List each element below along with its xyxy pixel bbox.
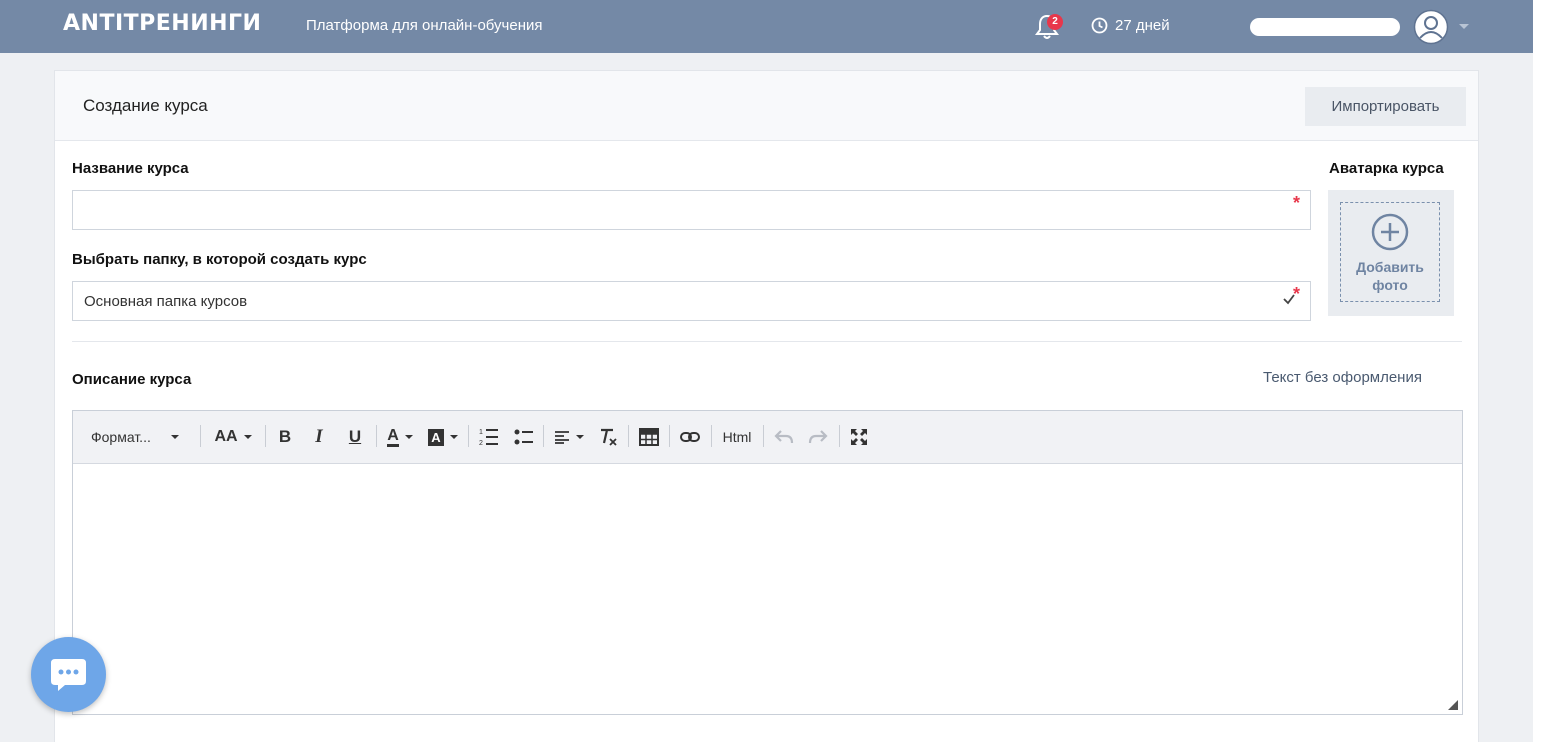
course-name-label: Название курса bbox=[72, 160, 189, 177]
resize-handle[interactable] bbox=[1448, 700, 1458, 710]
font-size-icon: AA bbox=[214, 428, 238, 445]
add-photo-label: Добавить фото bbox=[1341, 258, 1439, 294]
table-icon[interactable] bbox=[638, 425, 660, 449]
font-size-dropdown[interactable]: AA bbox=[208, 425, 258, 449]
divider bbox=[72, 341, 1462, 342]
plus-circle-icon bbox=[1371, 213, 1409, 251]
text-color-button[interactable]: A bbox=[383, 425, 417, 449]
top-bar: ANTITРЕНИНГИ Платформа для онлайн-обучен… bbox=[0, 0, 1533, 53]
underline-button[interactable]: U bbox=[343, 425, 367, 449]
ordered-list-icon[interactable]: 1 2 bbox=[478, 425, 500, 449]
notification-badge: 2 bbox=[1047, 14, 1063, 30]
chevron-down-icon bbox=[576, 435, 584, 439]
toolbar-separator bbox=[468, 425, 469, 447]
days-left-text: 27 дней bbox=[1115, 17, 1170, 34]
chat-button[interactable] bbox=[31, 637, 106, 712]
bold-button[interactable]: B bbox=[273, 425, 297, 449]
clear-format-icon[interactable] bbox=[597, 425, 619, 449]
folder-value: Основная папка курсов bbox=[84, 293, 248, 310]
editor-content-area[interactable] bbox=[73, 464, 1462, 714]
add-photo-dropzone[interactable]: Добавить фото bbox=[1340, 202, 1440, 302]
page-title: Создание курса bbox=[83, 96, 208, 115]
editor-toolbar: Формат... AA B I U A A 1 2 Html bbox=[73, 411, 1462, 464]
link-icon[interactable] bbox=[679, 425, 701, 449]
avatar[interactable] bbox=[1413, 9, 1449, 45]
toolbar-separator bbox=[543, 425, 544, 447]
toolbar-separator bbox=[200, 425, 201, 447]
tagline: Платформа для онлайн-обучения bbox=[306, 17, 543, 34]
html-button[interactable]: Html bbox=[719, 425, 755, 449]
description-editor: Формат... AA B I U A A 1 2 Html bbox=[72, 410, 1463, 715]
add-photo-button[interactable]: Добавить фото bbox=[1328, 190, 1454, 316]
chevron-down-icon[interactable] bbox=[1459, 24, 1469, 29]
plain-text-link[interactable]: Текст без оформления bbox=[1263, 369, 1422, 386]
folder-select[interactable]: Основная папка курсов * bbox=[72, 281, 1311, 321]
toolbar-separator bbox=[628, 425, 629, 447]
bullet-list-icon[interactable] bbox=[513, 425, 535, 449]
background-color-icon: A bbox=[428, 428, 444, 446]
chevron-down-icon bbox=[243, 435, 252, 439]
toolbar-separator bbox=[711, 425, 712, 447]
card-header: Создание курса Импортировать bbox=[55, 71, 1478, 141]
add-photo-line1: Добавить bbox=[1356, 259, 1424, 275]
trial-days: 27 дней bbox=[1091, 17, 1170, 34]
course-name-field[interactable]: * bbox=[72, 190, 1311, 230]
toolbar-separator bbox=[376, 425, 377, 447]
fullscreen-icon[interactable] bbox=[848, 425, 870, 449]
folder-label: Выбрать папку, в которой создать курс bbox=[72, 251, 367, 268]
toolbar-separator bbox=[763, 425, 764, 447]
align-left-icon bbox=[555, 431, 569, 444]
chat-icon bbox=[51, 659, 86, 691]
format-dropdown[interactable]: Формат... bbox=[91, 425, 193, 449]
text-color-icon: A bbox=[387, 427, 399, 447]
logo[interactable]: ANTITРЕНИНГИ bbox=[63, 11, 261, 36]
toolbar-separator bbox=[839, 425, 840, 447]
toolbar-separator bbox=[265, 425, 266, 447]
user-name-redacted[interactable] bbox=[1250, 18, 1400, 36]
required-mark: * bbox=[1292, 193, 1300, 213]
course-create-card: Создание курса Импортировать Название ку… bbox=[54, 70, 1479, 742]
add-photo-line2: фото bbox=[1372, 277, 1408, 293]
svg-text:2: 2 bbox=[479, 440, 483, 447]
redo-icon[interactable] bbox=[807, 425, 829, 449]
chevron-down-icon bbox=[449, 435, 458, 439]
description-label: Описание курса bbox=[72, 371, 192, 388]
svg-text:1: 1 bbox=[479, 429, 483, 436]
undo-icon[interactable] bbox=[773, 425, 795, 449]
align-dropdown[interactable] bbox=[553, 425, 585, 449]
avatar-label: Аватарка курса bbox=[1329, 160, 1444, 177]
required-mark: * bbox=[1292, 284, 1300, 304]
format-label: Формат... bbox=[91, 429, 151, 445]
toolbar-separator bbox=[669, 425, 670, 447]
import-button[interactable]: Импортировать bbox=[1305, 87, 1466, 126]
scrollbar-gutter bbox=[1533, 0, 1550, 742]
background-color-button[interactable]: A bbox=[425, 425, 461, 449]
clock-icon bbox=[1091, 17, 1108, 34]
italic-button[interactable]: I bbox=[307, 425, 331, 449]
chevron-down-icon bbox=[404, 435, 413, 439]
chevron-down-icon bbox=[170, 435, 179, 439]
